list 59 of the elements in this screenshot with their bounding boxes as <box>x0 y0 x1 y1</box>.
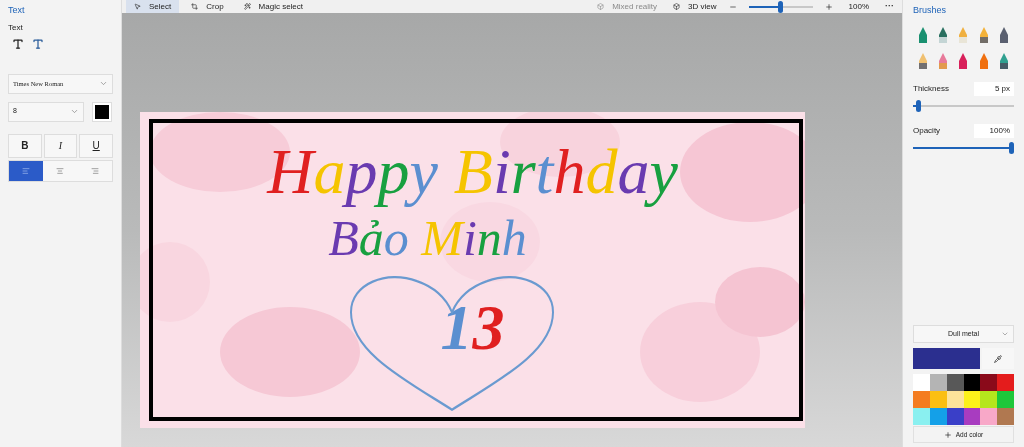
zoom-reading: 100% <box>848 0 869 13</box>
palette-swatch[interactable] <box>913 408 930 425</box>
brush-icon[interactable] <box>937 25 950 44</box>
chevron-icon <box>99 79 108 88</box>
style-button[interactable]: U <box>79 133 113 158</box>
palette-swatch[interactable] <box>980 408 998 425</box>
banner-text: 13 <box>440 296 505 360</box>
value-field[interactable]: 100% <box>974 123 1014 138</box>
palette-swatch[interactable] <box>997 408 1014 425</box>
style-button[interactable]: I <box>43 133 78 158</box>
tool-button[interactable]: Magic select <box>235 0 312 13</box>
chevron-icon <box>70 107 79 116</box>
palette-swatch[interactable] <box>913 374 930 391</box>
3d-view-button[interactable]: 3D view <box>673 0 717 13</box>
chevron-icon <box>1001 330 1009 338</box>
slider-thumb[interactable] <box>915 99 921 112</box>
panel-title: Brushes <box>913 4 948 17</box>
slider-thumb[interactable] <box>1009 141 1014 154</box>
tool-icon <box>243 3 251 10</box>
text-color <box>95 104 109 119</box>
headset-icon <box>597 3 605 10</box>
tool-button[interactable]: Select <box>126 0 180 13</box>
palette-swatch[interactable] <box>980 391 998 408</box>
banner-text: Happy Birthday <box>267 136 678 208</box>
zoom-slider[interactable] <box>748 0 813 13</box>
value-field[interactable]: 5 px <box>974 81 1014 96</box>
align-button[interactable] <box>9 160 44 181</box>
brush-icon[interactable] <box>997 51 1010 70</box>
align-icon <box>22 166 31 175</box>
palette-swatch[interactable] <box>980 374 998 391</box>
brush-icon[interactable] <box>977 25 990 44</box>
style-button[interactable]: B <box>8 133 42 158</box>
section-label: Text <box>8 21 24 34</box>
plain-text-icon[interactable] <box>12 37 24 50</box>
eyedropper-button[interactable] <box>982 348 1014 369</box>
palette-swatch[interactable] <box>997 374 1014 391</box>
palette-swatch[interactable] <box>913 391 930 408</box>
slider-thumb[interactable] <box>778 0 784 13</box>
tool-icon <box>134 3 141 10</box>
palette-swatch[interactable] <box>997 391 1014 408</box>
align-icon <box>90 166 99 175</box>
current-color <box>913 348 980 369</box>
tool-button[interactable]: Crop <box>183 0 232 13</box>
more-button[interactable]: ··· <box>885 0 894 14</box>
zoom-in-icon[interactable] <box>824 2 833 11</box>
brush-icon[interactable] <box>917 51 930 70</box>
color-swatch[interactable] <box>92 101 112 122</box>
panel-title: Text <box>8 4 26 17</box>
setting-label: Thickness <box>913 82 949 95</box>
setting-label: Opacity <box>913 124 941 137</box>
opacity-slider[interactable] <box>913 141 1014 154</box>
cube-icon <box>673 3 681 10</box>
eyedropper-icon <box>994 354 1002 363</box>
outlined-text-icon[interactable] <box>32 37 44 50</box>
tool-icon <box>191 3 199 10</box>
align-icon <box>56 166 65 175</box>
thickness-slider[interactable] <box>913 99 1014 112</box>
plus-icon <box>943 430 952 439</box>
banner-text: Bảo Minh <box>328 209 527 268</box>
